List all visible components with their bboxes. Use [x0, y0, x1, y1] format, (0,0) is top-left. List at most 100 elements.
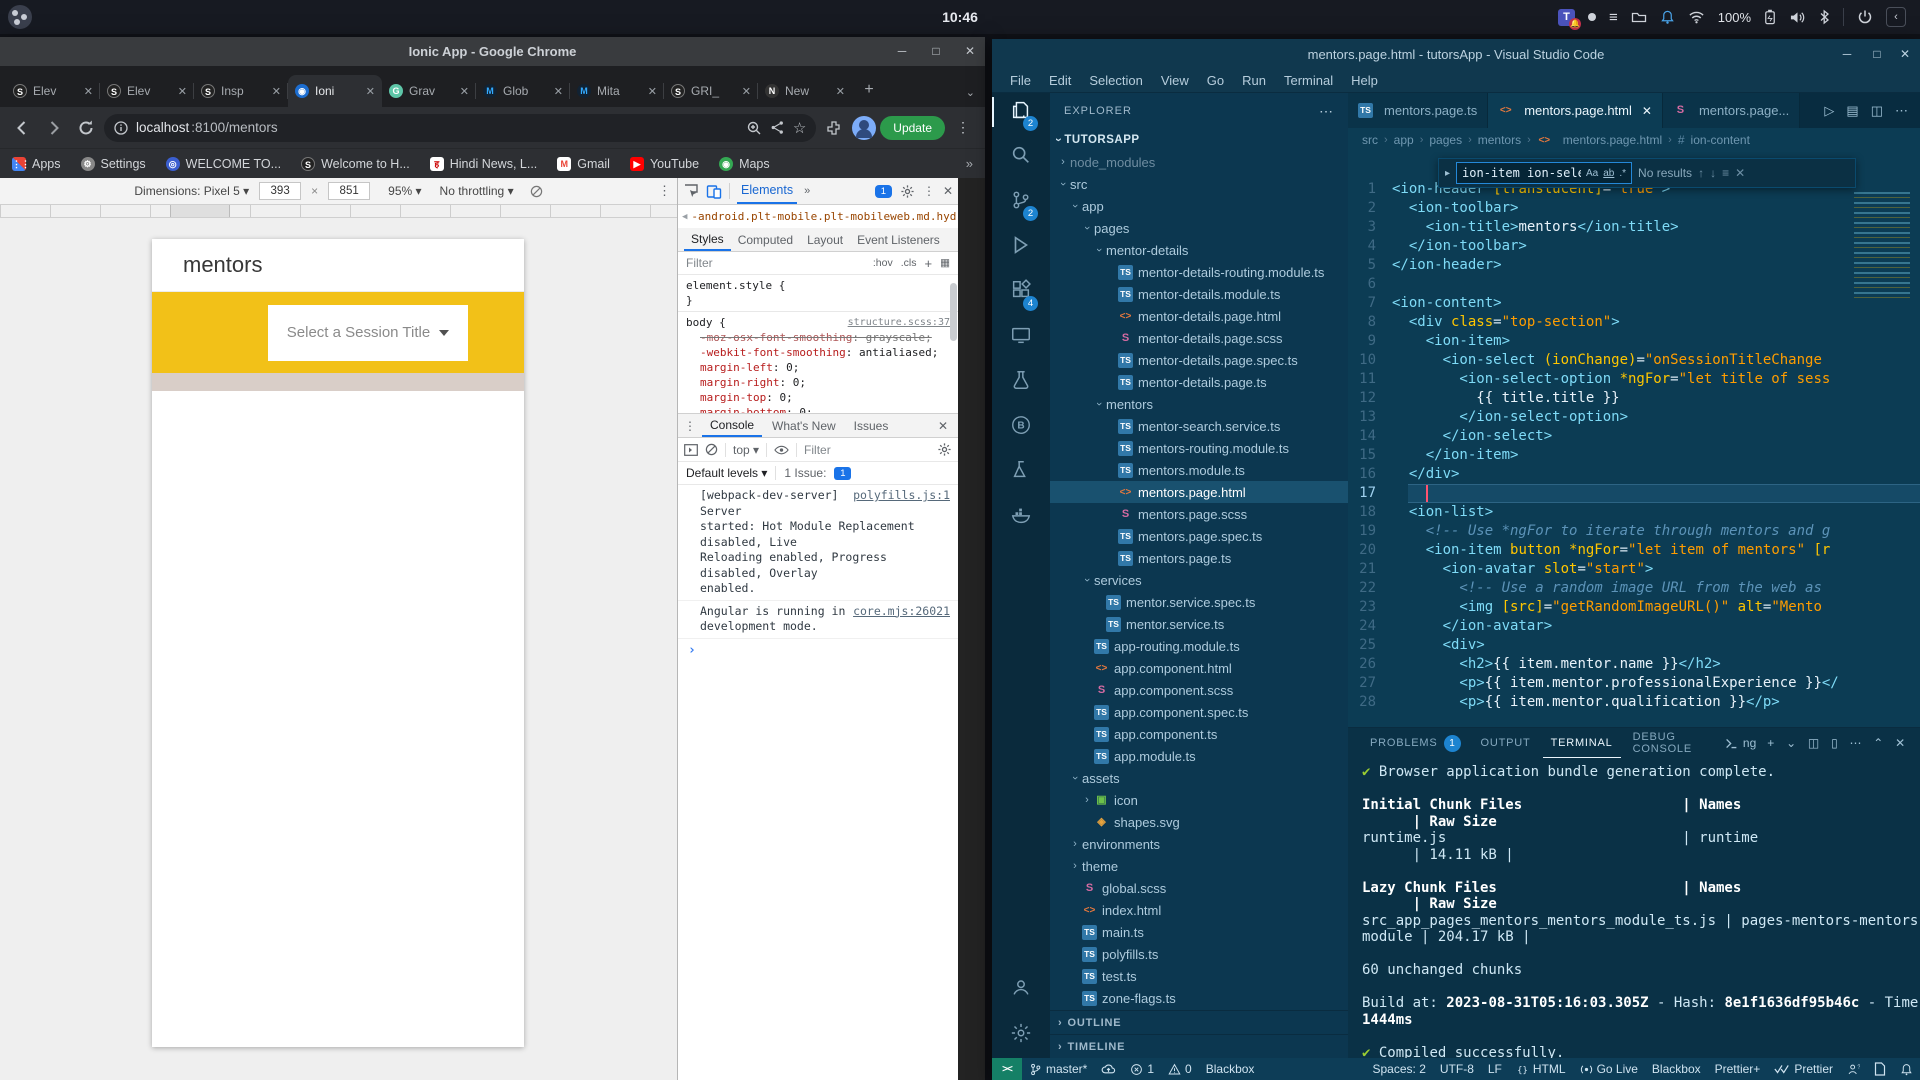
editor-tab-close-icon[interactable]: ✕	[1642, 104, 1652, 118]
chrome-update-button[interactable]: Update	[880, 116, 945, 140]
console-context-select[interactable]: top ▾	[733, 443, 759, 457]
class-button[interactable]: .cls	[901, 257, 917, 269]
status-utf-8[interactable]: UTF-8	[1433, 1062, 1481, 1076]
tree-item-mentor-service-spec-ts[interactable]: TSmentor.service.spec.ts	[1050, 591, 1348, 613]
console-message[interactable]: core.mjs:26021Angular is running indevel…	[678, 601, 958, 639]
activity-account-icon[interactable]	[992, 976, 1050, 1002]
code-editor[interactable]: ▸ ion-item ion-select Aa ab .* No result…	[1348, 152, 1920, 727]
chrome-menu-kebab-icon[interactable]: ⋮	[949, 114, 977, 142]
bookmark-welcome-to-h-[interactable]: SWelcome to H...	[301, 157, 410, 171]
project-root-row[interactable]: › TUTORSAPP	[1050, 129, 1348, 151]
browser-tab-new[interactable]: NNew✕	[758, 75, 852, 107]
find-close-icon[interactable]: ✕	[1735, 166, 1745, 180]
console-drawer-close-icon[interactable]: ✕	[938, 419, 952, 433]
activity-scm-icon[interactable]: 2	[992, 189, 1050, 215]
styles-filter-input[interactable]: Filter	[686, 256, 865, 270]
bookmark-star-icon[interactable]: ☆	[793, 119, 806, 137]
inspect-icon[interactable]	[683, 183, 699, 199]
tab-close-icon[interactable]: ✕	[178, 85, 187, 98]
browser-tab-elev[interactable]: SElev✕	[6, 75, 100, 107]
console-tab-console[interactable]: Console	[702, 414, 762, 437]
menu-run[interactable]: Run	[1234, 71, 1274, 90]
panel-tab-output[interactable]: OUTPUT	[1473, 728, 1539, 758]
menu-terminal[interactable]: Terminal	[1276, 71, 1341, 90]
styles-tab-event-listeners[interactable]: Event Listeners	[850, 228, 947, 251]
tree-item-assets[interactable]: ›assets	[1050, 767, 1348, 789]
chrome-close-button[interactable]: ✕	[961, 42, 979, 60]
tree-item-index-html[interactable]: <>index.html	[1050, 899, 1348, 921]
browser-tab-mita[interactable]: MMita✕	[570, 75, 664, 107]
tree-item-mentor-details-routing-module-ts[interactable]: TSmentor-details-routing.module.ts	[1050, 261, 1348, 283]
tree-item-mentor-search-service-ts[interactable]: TSmentor-search.service.ts	[1050, 415, 1348, 437]
share-icon[interactable]	[770, 120, 785, 135]
tab-close-icon[interactable]: ✕	[554, 85, 563, 98]
tree-item-services[interactable]: ›services	[1050, 569, 1348, 591]
tree-item-mentor-details-page-spec-ts[interactable]: TSmentor-details.page.spec.ts	[1050, 349, 1348, 371]
devtools-close-icon[interactable]: ✕	[943, 184, 953, 198]
whole-word-icon[interactable]: ab	[1603, 168, 1614, 179]
element-style-rule[interactable]: element.style {	[686, 278, 950, 293]
editor-more-icon[interactable]: ⋯	[1895, 103, 1908, 119]
tree-item-app-routing-module-ts[interactable]: TSapp-routing.module.ts	[1050, 635, 1348, 657]
run-icon[interactable]: ▷	[1824, 103, 1834, 119]
console-filter-input[interactable]: Filter	[804, 443, 831, 457]
explorer-actions-icon[interactable]: ⋯	[1319, 103, 1334, 120]
vscode-maximize-button[interactable]: □	[1868, 45, 1886, 63]
bookmark-youtube[interactable]: ▶YouTube	[630, 157, 699, 171]
vscode-minimize-button[interactable]: ─	[1838, 45, 1856, 63]
menu-help[interactable]: Help	[1343, 71, 1386, 90]
new-tab-icon[interactable]: +	[856, 78, 882, 104]
vscode-close-button[interactable]: ✕	[1896, 45, 1914, 63]
devtools-settings-gear-icon[interactable]	[900, 184, 915, 199]
status-html[interactable]: {}HTML	[1509, 1062, 1573, 1076]
tree-item-mentor-details-module-ts[interactable]: TSmentor-details.module.ts	[1050, 283, 1348, 305]
bookmark-maps[interactable]: ◉Maps	[719, 157, 770, 171]
console-kebab-icon[interactable]: ⋮	[684, 419, 696, 433]
breadcrumb-item[interactable]: src	[1362, 133, 1378, 147]
terminal-dropdown-icon[interactable]: ⌄	[1786, 736, 1797, 750]
devtools-tab-elements[interactable]: Elements	[737, 178, 797, 204]
site-info-icon[interactable]	[114, 121, 128, 135]
tree-item-app-component-spec-ts[interactable]: TSapp.component.spec.ts	[1050, 701, 1348, 723]
tree-item-mentors-page-html[interactable]: <>mentors.page.html	[1050, 481, 1348, 503]
css-property[interactable]: -moz-osx-font-smoothing: grayscale;	[686, 330, 950, 345]
find-in-selection-icon[interactable]: ≡	[1722, 166, 1729, 180]
tree-item-app-module-ts[interactable]: TSapp.module.ts	[1050, 745, 1348, 767]
back-icon[interactable]	[8, 114, 36, 142]
tree-item-mentors[interactable]: ›mentors	[1050, 393, 1348, 415]
devtools-more-tabs-icon[interactable]: »	[804, 185, 810, 197]
teams-icon[interactable]: T🔔	[1558, 9, 1575, 26]
close-panel-icon[interactable]: ✕	[1895, 736, 1906, 750]
activity-extensions-icon[interactable]: 4	[992, 279, 1050, 305]
layout-icon[interactable]: ▤	[1846, 103, 1858, 119]
new-terminal-icon[interactable]: +	[1767, 736, 1775, 750]
device-dimensions-label[interactable]: Dimensions: Pixel 5 ▾	[134, 184, 249, 198]
device-height-input[interactable]: 851	[328, 182, 370, 200]
css-rule-selector[interactable]: body {	[686, 315, 726, 330]
tree-item-src[interactable]: ›src	[1050, 173, 1348, 195]
status-page[interactable]	[1867, 1062, 1893, 1076]
css-property[interactable]: margin-bottom: 0;	[686, 405, 950, 414]
bookmark-hindi-news-l-[interactable]: हHindi News, L...	[430, 157, 538, 171]
browser-tab-ioni[interactable]: ◉Ioni✕	[288, 75, 382, 107]
tree-item-mentor-details-page-html[interactable]: <>mentor-details.page.html	[1050, 305, 1348, 327]
tab-close-icon[interactable]: ✕	[84, 85, 93, 98]
tree-item-app-component-scss[interactable]: Sapp.component.scss	[1050, 679, 1348, 701]
activity-docker-icon[interactable]	[992, 504, 1050, 530]
tree-item-mentor-details-page-scss[interactable]: Smentor-details.page.scss	[1050, 327, 1348, 349]
activity-beaker-icon[interactable]	[992, 459, 1050, 485]
chrome-minimize-button[interactable]: ─	[893, 42, 911, 60]
editor-tab-mentors-page-[interactable]: Smentors.page...	[1663, 93, 1800, 128]
device-throttling-select[interactable]: No throttling ▾	[440, 184, 514, 198]
tree-item-theme[interactable]: ›theme	[1050, 855, 1348, 877]
console-source-link[interactable]: core.mjs:26021	[853, 604, 950, 620]
styles-tab-styles[interactable]: Styles	[684, 228, 731, 251]
breadcrumb-item[interactable]: pages	[1429, 133, 1462, 147]
css-source-link[interactable]: structure.scss:37	[848, 315, 950, 330]
find-toggle-icon[interactable]: ▸	[1445, 168, 1450, 179]
status-cloud[interactable]	[1094, 1063, 1123, 1075]
tree-item-mentors-routing-module-ts[interactable]: TSmentors-routing.module.ts	[1050, 437, 1348, 459]
console-issue-count[interactable]: 1 Issue:	[784, 466, 826, 480]
status-blackbox[interactable]: Blackbox	[1645, 1062, 1708, 1076]
tree-item-polyfills-ts[interactable]: TSpolyfills.ts	[1050, 943, 1348, 965]
